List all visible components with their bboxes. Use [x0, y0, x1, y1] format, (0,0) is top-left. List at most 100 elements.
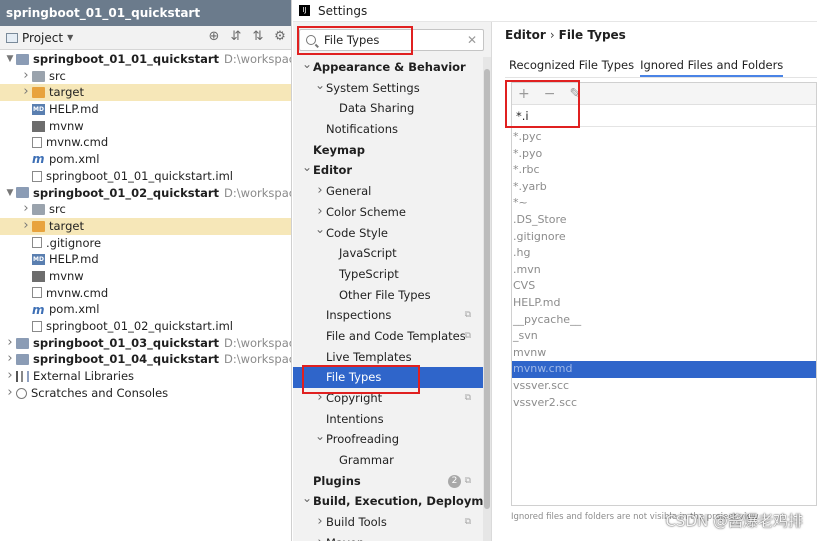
ignored-pattern-item[interactable]: CVS	[512, 278, 816, 295]
pattern-input[interactable]	[516, 108, 716, 123]
settings-search[interactable]: ✕	[299, 29, 484, 51]
chevron-right-icon[interactable]: ›	[4, 335, 16, 352]
settings-nav-item[interactable]: Notifications	[293, 119, 483, 140]
project-tree-item[interactable]: mvnw	[0, 268, 291, 285]
nav-scrollbar[interactable]	[483, 57, 491, 541]
ignored-pattern-item[interactable]: mvnw.cmd	[512, 361, 816, 378]
chevron-down-icon[interactable]: ⌄	[301, 157, 313, 178]
module-icon	[16, 337, 29, 349]
settings-search-input[interactable]	[324, 33, 464, 47]
add-icon[interactable]: +	[518, 86, 530, 102]
chevron-down-icon[interactable]: ⌄	[301, 54, 313, 75]
project-tree-item[interactable]: .gitignore	[0, 235, 291, 252]
ignored-pattern-item[interactable]: *.pyo	[512, 146, 816, 163]
settings-nav-item[interactable]: ›Maven	[293, 533, 483, 541]
chevron-down-icon[interactable]: ⌄	[314, 426, 326, 447]
settings-nav-item-label: TypeScript	[339, 266, 399, 281]
settings-nav-item[interactable]: Keymap	[293, 140, 483, 161]
chevron-right-icon[interactable]: ›	[20, 201, 32, 218]
chevron-down-icon[interactable]: ▼	[4, 185, 16, 202]
ignored-pattern-item[interactable]: __pycache__	[512, 312, 816, 329]
settings-nav-item[interactable]: Inspections ⧉	[293, 305, 483, 326]
tab-recognized-file-types[interactable]: Recognized File Types	[509, 56, 634, 78]
ignored-pattern-item[interactable]: .hg	[512, 245, 816, 262]
ignored-pattern-item[interactable]: .DS_Store	[512, 212, 816, 229]
tab-ignored-files-and-folders[interactable]: Ignored Files and Folders	[640, 56, 784, 78]
project-tree-item[interactable]: mvnw.cmd	[0, 134, 291, 151]
expand-all-icon[interactable]: ⇵	[229, 29, 243, 44]
chevron-right-icon[interactable]: ›	[4, 368, 16, 385]
project-tree-item[interactable]: mvnw.cmd	[0, 285, 291, 302]
ignored-pattern-item[interactable]: HELP.md	[512, 295, 816, 312]
project-tree-item[interactable]: › springboot_01_04_quickstart D:\workspace…	[0, 351, 291, 368]
settings-nav-item[interactable]: ⌄ Proofreading	[293, 429, 483, 450]
ignored-pattern-item[interactable]: vssver2.scc	[512, 395, 816, 412]
ignored-pattern-item[interactable]: .mvn	[512, 262, 816, 279]
ignored-pattern-item[interactable]: *.rbc	[512, 162, 816, 179]
settings-nav-item[interactable]: File and Code Templates ⧉	[293, 326, 483, 347]
settings-nav-item[interactable]: JavaScript	[293, 243, 483, 264]
project-tree-item[interactable]: m pom.xml	[0, 301, 291, 318]
settings-nav-item[interactable]: Live Templates	[293, 347, 483, 368]
settings-nav-item[interactable]: › Build Tools ⧉	[293, 512, 483, 533]
project-tree-item[interactable]: › External Libraries	[0, 368, 291, 385]
settings-nav-item[interactable]: Other File Types	[293, 285, 483, 306]
chevron-right-icon[interactable]: ›	[20, 84, 32, 101]
chevron-down-icon[interactable]: ⌄	[314, 219, 326, 240]
project-view-dropdown[interactable]: Project ▼	[6, 31, 73, 45]
clear-search-icon[interactable]: ✕	[467, 33, 477, 47]
project-tree-item[interactable]: ▼ springboot_01_01_quickstart D:\workspace…	[0, 51, 291, 68]
project-tree-item[interactable]: springboot_01_02_quickstart.iml	[0, 318, 291, 335]
chevron-right-icon[interactable]: ›	[20, 218, 32, 235]
remove-icon[interactable]: −	[544, 86, 556, 102]
chevron-right-icon[interactable]: ›	[314, 181, 326, 202]
collapse-all-icon[interactable]: ⇅	[251, 29, 265, 44]
project-tree-item[interactable]: › src	[0, 201, 291, 218]
gear-icon[interactable]: ⚙	[273, 29, 287, 44]
nav-scrollbar-thumb[interactable]	[484, 69, 490, 509]
ignored-pattern-item[interactable]: _svn	[512, 328, 816, 345]
ignored-pattern-item[interactable]: mvnw	[512, 345, 816, 362]
project-tree-item[interactable]: ▼ springboot_01_02_quickstart D:\workspace…	[0, 185, 291, 202]
chevron-down-icon[interactable]: ▼	[4, 51, 16, 68]
chevron-right-icon[interactable]: ›	[4, 385, 16, 402]
chevron-down-icon[interactable]: ⌄	[314, 75, 326, 96]
lib-icon	[16, 370, 29, 382]
ignored-pattern-item[interactable]: *.yarb	[512, 179, 816, 196]
chevron-right-icon[interactable]: ›	[314, 533, 326, 541]
project-tree-item[interactable]: › target	[0, 217, 291, 235]
project-tree-item[interactable]: MD HELP.md	[0, 251, 291, 268]
project-tree-item[interactable]: › Scratches and Consoles	[0, 385, 291, 402]
edit-pencil-icon[interactable]: ✎	[569, 86, 581, 102]
settings-nav-item[interactable]: ⌄ System Settings	[293, 78, 483, 99]
settings-nav-item[interactable]: ⌄ Build, Execution, Deployment	[293, 488, 491, 512]
settings-content: Editor › File Types Recognized File Types …	[493, 22, 817, 541]
chevron-down-icon[interactable]: ⌄	[301, 488, 313, 509]
settings-nav-item[interactable]: ⌄ Editor	[293, 160, 483, 181]
chevron-right-icon[interactable]: ›	[20, 68, 32, 85]
chevron-right-icon[interactable]: ›	[314, 512, 326, 533]
ignored-pattern-item[interactable]: .gitignore	[512, 229, 816, 246]
project-tree-item[interactable]: › target	[0, 84, 291, 102]
project-tree-item[interactable]: › springboot_01_03_quickstart D:\workspace…	[0, 335, 291, 352]
project-tree-item[interactable]: MD HELP.md	[0, 101, 291, 118]
ignored-pattern-item[interactable]: *.pyc	[512, 129, 816, 146]
settings-nav-item[interactable]: ⌄ Code Style	[293, 222, 483, 244]
settings-nav-item[interactable]: Plugins 2 ⧉	[293, 471, 483, 492]
project-tree-item[interactable]: mvnw	[0, 118, 291, 135]
breadcrumb-editor[interactable]: Editor	[505, 28, 546, 42]
settings-nav-item[interactable]: TypeScript	[293, 264, 483, 285]
chevron-right-icon[interactable]: ›	[4, 351, 16, 368]
project-tree-item[interactable]: m pom.xml	[0, 151, 291, 168]
settings-nav-item[interactable]: › Copyright ⧉	[293, 388, 483, 409]
ignored-pattern-item[interactable]: *~	[512, 195, 816, 212]
project-tree-item[interactable]: › src	[0, 68, 291, 85]
settings-nav-item[interactable]: › General	[293, 181, 483, 202]
settings-nav-item[interactable]: Grammar	[293, 450, 483, 471]
chevron-right-icon[interactable]: ›	[314, 388, 326, 409]
project-tree-item[interactable]: springboot_01_01_quickstart.iml	[0, 168, 291, 185]
settings-nav-item[interactable]: File Types	[293, 367, 483, 388]
locate-icon[interactable]: ⊕	[207, 29, 221, 44]
settings-nav-item[interactable]: Data Sharing	[293, 98, 483, 119]
ignored-pattern-item[interactable]: vssver.scc	[512, 378, 816, 395]
